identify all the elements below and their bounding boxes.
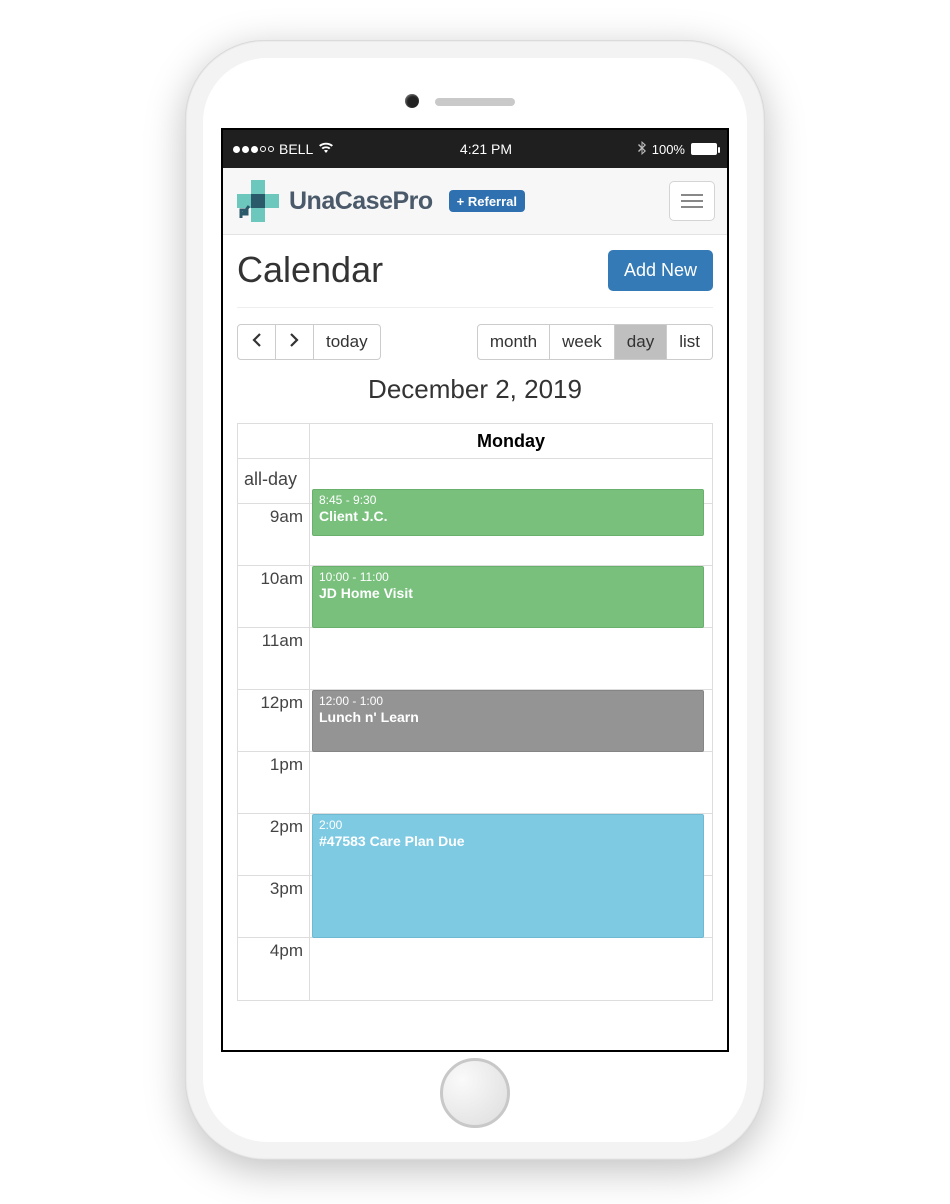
event-jd-home-visit[interactable]: 10:00 - 11:00 JD Home Visit bbox=[312, 566, 704, 628]
event-time: 10:00 - 11:00 bbox=[319, 570, 697, 585]
app-header: UnaCasePro + Referral bbox=[223, 168, 727, 235]
time-label: 2pm bbox=[238, 814, 309, 876]
event-title: JD Home Visit bbox=[319, 585, 697, 603]
status-time: 4:21 PM bbox=[460, 141, 512, 157]
allday-label: all-day bbox=[238, 459, 310, 503]
page-body: Calendar Add New today month bbox=[223, 235, 727, 1050]
time-label: 1pm bbox=[238, 752, 309, 814]
event-client-jc[interactable]: 8:45 - 9:30 Client J.C. bbox=[312, 489, 704, 536]
phone-front-camera-icon bbox=[405, 94, 419, 108]
view-day-button[interactable]: day bbox=[615, 324, 667, 360]
battery-percent: 100% bbox=[652, 142, 685, 157]
event-lunch-learn[interactable]: 12:00 - 1:00 Lunch n' Learn bbox=[312, 690, 704, 752]
header-time-col bbox=[238, 424, 310, 458]
logo-icon bbox=[235, 178, 281, 224]
event-time: 2:00 bbox=[319, 818, 697, 833]
battery-icon bbox=[691, 143, 717, 155]
event-area[interactable]: 8:45 - 9:30 Client J.C. 10:00 - 11:00 JD… bbox=[310, 504, 712, 1000]
status-left: BELL bbox=[233, 141, 334, 157]
time-axis: 9am 10am 11am 12pm 1pm 2pm 3pm 4pm bbox=[238, 504, 310, 1000]
next-button[interactable] bbox=[276, 324, 314, 360]
screen: BELL 4:21 PM 100% bbox=[221, 128, 729, 1052]
phone-frame: BELL 4:21 PM 100% bbox=[185, 40, 765, 1160]
view-month-button[interactable]: month bbox=[477, 324, 550, 360]
time-grid: 9am 10am 11am 12pm 1pm 2pm 3pm 4pm bbox=[238, 504, 712, 1000]
signal-dots-icon bbox=[233, 146, 274, 153]
page-title: Calendar bbox=[237, 249, 383, 291]
status-right: 100% bbox=[638, 141, 717, 158]
today-button[interactable]: today bbox=[314, 324, 381, 360]
time-label: 11am bbox=[238, 628, 309, 690]
phone-speaker-icon bbox=[435, 98, 515, 106]
view-list-button[interactable]: list bbox=[667, 324, 713, 360]
day-header: Monday bbox=[310, 424, 712, 458]
date-title: December 2, 2019 bbox=[237, 374, 713, 405]
time-label: 12pm bbox=[238, 690, 309, 752]
event-title: #47583 Care Plan Due bbox=[319, 833, 697, 851]
event-care-plan-due[interactable]: 2:00 #47583 Care Plan Due bbox=[312, 814, 704, 938]
prev-button[interactable] bbox=[237, 324, 276, 360]
event-title: Lunch n' Learn bbox=[319, 709, 697, 727]
add-new-button[interactable]: Add New bbox=[608, 250, 713, 291]
view-btn-group: month week day list bbox=[477, 324, 713, 360]
chevron-left-icon bbox=[252, 333, 261, 347]
referral-button[interactable]: + Referral bbox=[449, 190, 525, 212]
event-time: 8:45 - 9:30 bbox=[319, 493, 697, 508]
logo[interactable]: UnaCasePro + Referral bbox=[235, 178, 525, 224]
bluetooth-icon bbox=[638, 141, 646, 158]
calendar: Monday all-day 9am 10am 11am 12pm 1pm bbox=[237, 423, 713, 1001]
menu-button[interactable] bbox=[669, 181, 715, 221]
chevron-right-icon bbox=[290, 333, 299, 347]
home-button[interactable] bbox=[440, 1058, 510, 1128]
status-bar: BELL 4:21 PM 100% bbox=[223, 130, 727, 168]
event-title: Client J.C. bbox=[319, 508, 697, 526]
view-week-button[interactable]: week bbox=[550, 324, 615, 360]
page-header: Calendar Add New bbox=[237, 249, 713, 308]
nav-btn-group: today bbox=[237, 324, 381, 360]
carrier-label: BELL bbox=[279, 141, 313, 157]
hamburger-icon bbox=[681, 194, 703, 196]
wifi-icon bbox=[318, 141, 334, 157]
time-label: 10am bbox=[238, 566, 309, 628]
event-time: 12:00 - 1:00 bbox=[319, 694, 697, 709]
time-label: 3pm bbox=[238, 876, 309, 938]
calendar-header-row: Monday bbox=[238, 424, 712, 459]
time-label: 9am bbox=[238, 504, 309, 566]
brand-name: UnaCasePro bbox=[289, 187, 433, 216]
time-label: 4pm bbox=[238, 938, 309, 1000]
calendar-toolbar: today month week day list bbox=[237, 324, 713, 360]
phone-inner: BELL 4:21 PM 100% bbox=[203, 58, 747, 1142]
